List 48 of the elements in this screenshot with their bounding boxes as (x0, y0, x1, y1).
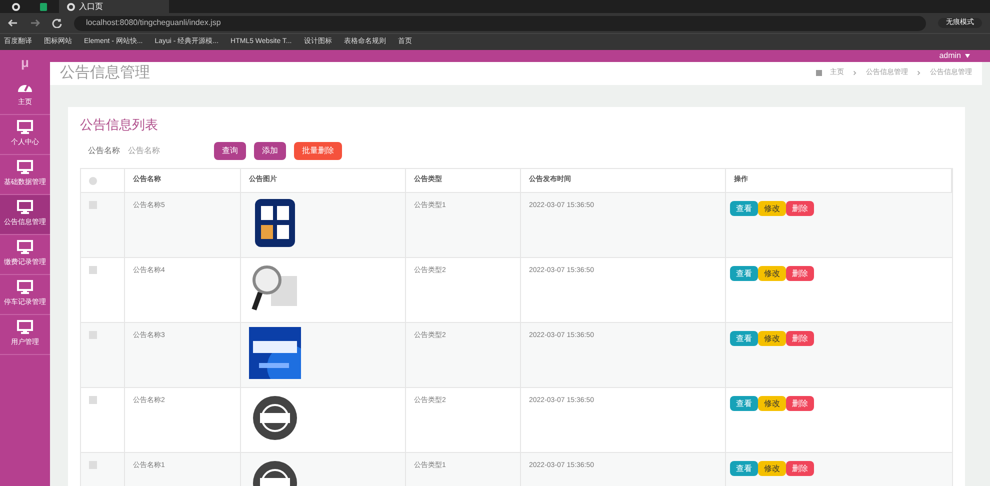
action-button[interactable]: 修改 (758, 396, 786, 411)
row-checkbox[interactable] (89, 331, 97, 339)
action-button[interactable]: 修改 (758, 266, 786, 281)
search-label: 公告名称 (88, 145, 120, 157)
action-button[interactable]: 删除 (786, 331, 814, 346)
row-checkbox[interactable] (89, 266, 97, 274)
action-button[interactable]: 删除 (786, 461, 814, 476)
monitor-icon (17, 120, 33, 134)
monitor-icon (17, 240, 33, 254)
chevron-icon (852, 70, 858, 76)
action-button[interactable]: 查看 (730, 461, 758, 476)
sheet-icon (40, 2, 47, 10)
globe-icon (67, 2, 75, 10)
action-button[interactable]: 删除 (786, 266, 814, 281)
forward-icon (30, 18, 40, 28)
reload-icon (52, 18, 62, 28)
action-button[interactable]: 查看 (730, 331, 758, 346)
action-button[interactable]: 修改 (758, 461, 786, 476)
caret-icon (965, 54, 970, 58)
action-button[interactable]: 修改 (758, 331, 786, 346)
action-button[interactable]: 查看 (730, 201, 758, 216)
chevron-icon (916, 70, 922, 76)
action-button[interactable]: 查看 (730, 396, 758, 411)
globe-icon (12, 2, 20, 10)
action-button[interactable]: 删除 (786, 396, 814, 411)
page-title: 公告信息管理 (60, 63, 150, 83)
select-all-checkbox[interactable] (89, 176, 97, 184)
row-checkbox[interactable] (89, 461, 97, 469)
action-button[interactable]: 修改 (758, 201, 786, 216)
toolbar-button[interactable]: 批量删除 (294, 142, 342, 160)
toolbar-button[interactable]: 添加 (254, 142, 286, 160)
action-button[interactable]: 查看 (730, 266, 758, 281)
browser-tab[interactable]: 入口页 (59, 0, 169, 13)
action-button[interactable]: 删除 (786, 201, 814, 216)
back-icon (8, 18, 18, 28)
monitor-icon (17, 160, 33, 174)
monitor-icon (17, 200, 33, 214)
card-title: 公告信息列表 (80, 116, 159, 134)
monitor-icon (17, 280, 33, 294)
row-checkbox[interactable] (89, 201, 97, 209)
address-field[interactable]: localhost:8080/tingcheguanli/index.jsp (74, 16, 926, 30)
logo: μ (21, 54, 29, 72)
search-field[interactable]: 公告名称 (128, 145, 206, 157)
user-menu[interactable]: admin (939, 50, 961, 62)
toolbar-button[interactable]: 查询 (214, 142, 246, 160)
row-checkbox[interactable] (89, 396, 97, 404)
monitor-icon (17, 320, 33, 334)
tab-title: 入口页 (79, 0, 103, 12)
